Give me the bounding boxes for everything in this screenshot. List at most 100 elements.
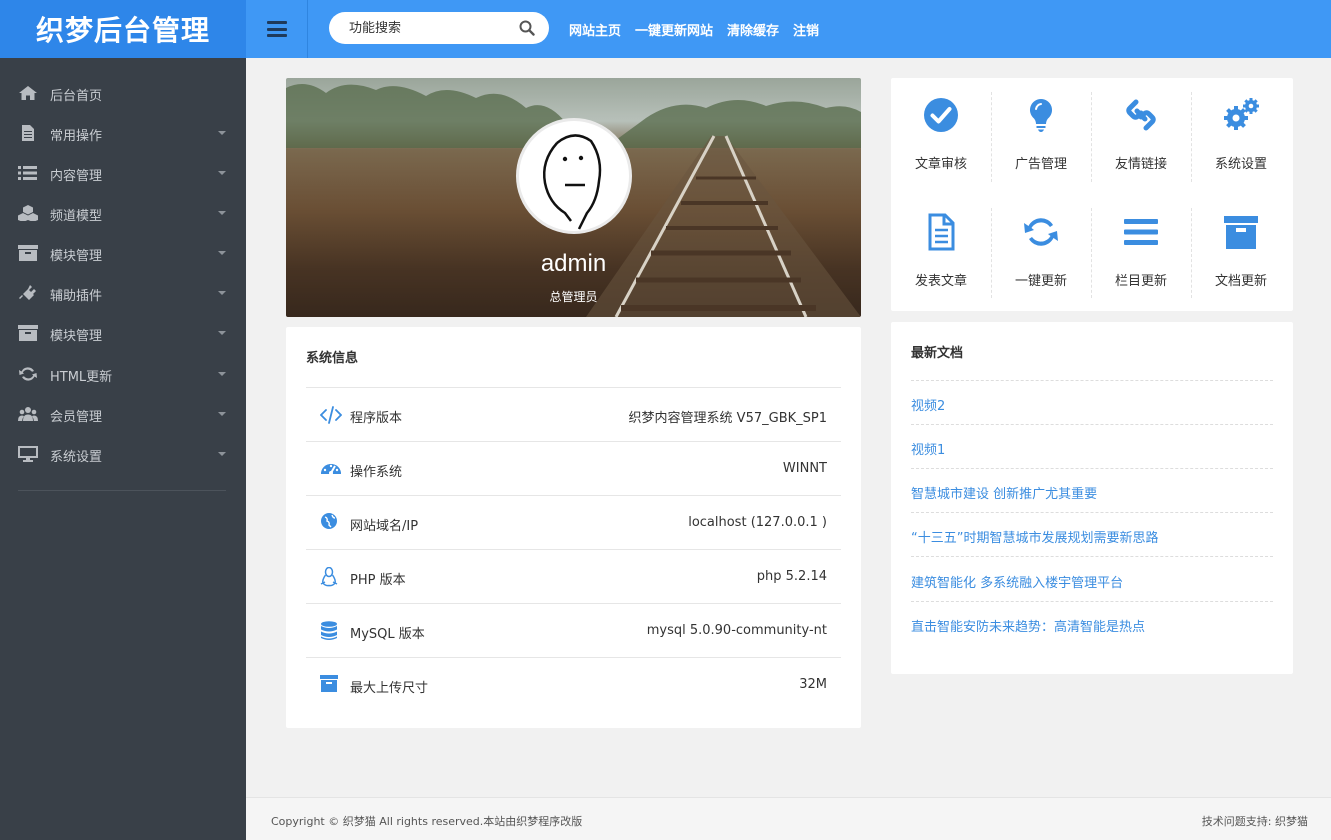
caret-down-icon — [218, 131, 226, 135]
sidebar-item-content[interactable]: 内容管理 — [0, 153, 246, 193]
doc-link[interactable]: 智慧城市建设 创新推广尤其重要 — [911, 483, 1097, 502]
hamburger-icon — [266, 21, 287, 37]
bars-icon — [1124, 219, 1158, 245]
quick-action-label: 一键更新 — [1014, 274, 1067, 289]
sidebar-item-modules[interactable]: 模块管理 — [0, 233, 246, 273]
menu-toggle-button[interactable] — [246, 0, 308, 58]
quick-one-click-update[interactable]: 一键更新 — [991, 197, 1091, 289]
quick-system-settings[interactable]: 系统设置 — [1191, 80, 1291, 172]
divider — [911, 380, 1273, 381]
sidebar-item-label: HTML更新 — [50, 370, 113, 385]
doc-link[interactable]: “十三五”时期智慧城市发展规划需要新思路 — [911, 527, 1158, 546]
lightbulb-icon — [1029, 98, 1053, 132]
sidebar-divider — [18, 490, 226, 491]
search-box — [329, 12, 549, 44]
sidebar: 后台首页 常用操作 内容管理 频道模型 模块管理 辅助插件 模块管理 HTML更… — [0, 58, 246, 840]
sidebar-item-label: 内容管理 — [50, 169, 103, 184]
info-value: localhost (127.0.0.1 ) — [688, 515, 827, 530]
info-key: PHP 版本 — [350, 573, 406, 588]
sidebar-item-common-ops[interactable]: 常用操作 — [0, 113, 246, 153]
info-key: 网站域名/IP — [350, 519, 419, 534]
quick-action-label: 友情链接 — [1114, 157, 1167, 172]
home-site-link[interactable]: 网站主页 — [569, 20, 621, 39]
footer-support: 技术问题支持: 织梦猫 — [1201, 815, 1308, 828]
divider — [911, 512, 1273, 513]
clear-cache-link[interactable]: 清除缓存 — [727, 20, 779, 39]
caret-down-icon — [218, 171, 226, 175]
plug-icon — [19, 285, 36, 300]
profile-name: admin — [540, 250, 607, 277]
sidebar-item-dashboard[interactable]: 后台首页 — [0, 73, 246, 113]
sidebar-item-label: 模块管理 — [50, 329, 103, 344]
meme-face-icon — [543, 134, 602, 230]
dashboard-icon — [321, 464, 341, 475]
update-site-link[interactable]: 一键更新网站 — [635, 20, 713, 39]
quick-action-label: 系统设置 — [1214, 157, 1267, 172]
sidebar-item-modules-2[interactable]: 模块管理 — [0, 313, 246, 353]
logo[interactable]: 织梦后台管理 — [0, 0, 246, 58]
doc-link[interactable]: 直击智能安防未来趋势：高清智能是热点 — [911, 616, 1145, 635]
divider — [911, 424, 1273, 425]
caret-down-icon — [218, 452, 226, 456]
search-input[interactable] — [349, 19, 509, 37]
sidebar-item-members[interactable]: 会员管理 — [0, 394, 246, 434]
info-row: PHP 版本 php 5.2.14 — [306, 549, 841, 603]
quick-ad-management[interactable]: 广告管理 — [991, 80, 1091, 172]
profile-role: 总管理员 — [549, 290, 598, 304]
doc-link[interactable]: 视频1 — [911, 439, 945, 458]
info-value: mysql 5.0.90-community-nt — [646, 623, 827, 638]
footer: Copyright © 织梦猫 All rights reserved.本站由织… — [246, 797, 1331, 840]
quick-action-label: 文档更新 — [1214, 274, 1267, 289]
quick-document-update[interactable]: 文档更新 — [1191, 197, 1291, 289]
archive-icon — [320, 675, 338, 692]
panel-title: 最新文档 — [911, 346, 964, 361]
quick-publish-article[interactable]: 发表文章 — [891, 197, 991, 289]
home-icon — [19, 86, 37, 100]
info-row: 网站域名/IP localhost (127.0.0.1 ) — [306, 495, 841, 549]
quick-column-update[interactable]: 栏目更新 — [1091, 197, 1191, 289]
check-circle-icon — [924, 98, 958, 132]
sidebar-item-channel-model[interactable]: 频道模型 — [0, 193, 246, 233]
code-icon — [320, 406, 342, 424]
info-key: 最大上传尺寸 — [350, 681, 429, 696]
quick-article-review[interactable]: 文章审核 — [891, 80, 991, 172]
sidebar-item-plugins[interactable]: 辅助插件 — [0, 273, 246, 313]
quick-action-label: 栏目更新 — [1114, 274, 1167, 289]
quick-actions-panel: 文章审核 广告管理 友情链接 系统设置 发表文章 一键更新 栏目更新 文档更新 — [891, 78, 1293, 311]
doc-link[interactable]: 建筑智能化 多系统融入楼宇管理平台 — [911, 572, 1123, 591]
logout-link[interactable]: 注销 — [793, 20, 819, 39]
quick-action-label: 发表文章 — [914, 274, 967, 289]
refresh-icon — [1024, 218, 1058, 246]
sidebar-item-label: 后台首页 — [50, 89, 103, 104]
caret-down-icon — [218, 291, 226, 295]
caret-down-icon — [218, 412, 226, 416]
avatar[interactable] — [516, 118, 632, 234]
document-icon — [22, 125, 34, 141]
top-nav: 网站主页 一键更新网站 清除缓存 注销 — [569, 0, 833, 58]
archive-icon — [1224, 216, 1258, 249]
caret-down-icon — [218, 331, 226, 335]
info-value: 32M — [799, 677, 827, 692]
sidebar-item-html-update[interactable]: HTML更新 — [0, 354, 246, 394]
info-row: MySQL 版本 mysql 5.0.90-community-nt — [306, 603, 841, 657]
sidebar-item-label: 会员管理 — [50, 410, 103, 425]
sidebar-item-system-settings[interactable]: 系统设置 — [0, 434, 246, 474]
divider — [911, 556, 1273, 557]
sidebar-item-label: 频道模型 — [50, 209, 103, 224]
info-key: 操作系统 — [350, 465, 403, 480]
panel-title: 系统信息 — [306, 351, 359, 366]
archive-icon — [18, 245, 38, 261]
desktop-icon — [18, 446, 38, 462]
info-key: 程序版本 — [350, 411, 403, 426]
quick-friend-links[interactable]: 友情链接 — [1091, 80, 1191, 172]
database-icon — [321, 621, 337, 640]
info-value: php 5.2.14 — [756, 569, 827, 584]
latest-docs-panel: 最新文档 视频2 视频1 智慧城市建设 创新推广尤其重要 “十三五”时期智慧城市… — [891, 322, 1293, 674]
info-value: WINNT — [782, 461, 827, 476]
search-icon[interactable] — [519, 20, 535, 36]
caret-down-icon — [218, 251, 226, 255]
archive-icon — [18, 325, 38, 341]
divider — [911, 468, 1273, 469]
caret-down-icon — [218, 372, 226, 376]
doc-link[interactable]: 视频2 — [911, 395, 945, 414]
